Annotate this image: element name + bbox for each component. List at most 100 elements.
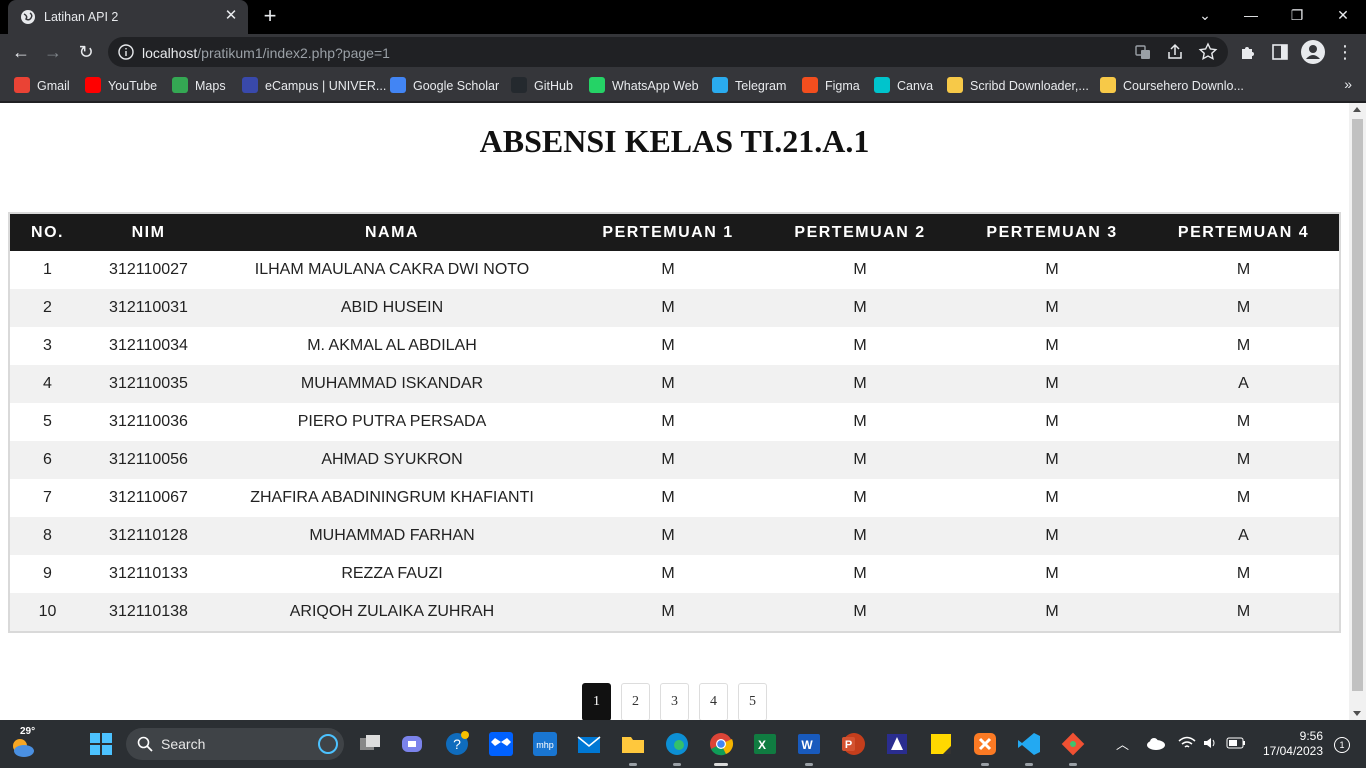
bookmark-scribd-downloader[interactable]: Scribd Downloader,... — [947, 76, 1089, 96]
page-link[interactable]: 2 — [621, 683, 650, 720]
scroll-up-icon[interactable] — [1353, 107, 1361, 112]
share-icon[interactable] — [1165, 42, 1185, 62]
table-cell: M. AKMAL AL ABDILAH — [307, 337, 477, 354]
get-help-icon[interactable]: ? — [444, 731, 470, 757]
maps-icon — [172, 77, 188, 93]
table-cell: M — [853, 299, 867, 316]
taskbar-search[interactable]: Search — [126, 728, 344, 760]
table-cell: M — [661, 451, 675, 468]
running-indicator — [1025, 763, 1033, 766]
running-indicator — [629, 763, 637, 766]
bookmark-ecampus[interactable]: eCampus | UNIVER... — [242, 76, 386, 96]
column-header: PERTEMUAN 2 — [794, 223, 926, 241]
youtube-icon — [85, 77, 101, 93]
table-cell: 3 — [43, 337, 52, 354]
excel-icon[interactable]: X — [752, 731, 778, 757]
minimize-button[interactable]: — — [1228, 0, 1274, 30]
address-bar[interactable]: localhost/pratikum1/index2.php?page=1 — [108, 37, 1228, 67]
bookmark-gmail[interactable]: Gmail — [14, 76, 70, 96]
table-cell: 312110036 — [109, 413, 188, 430]
running-indicator — [981, 763, 989, 766]
new-tab-button[interactable]: + — [258, 5, 282, 29]
table-cell: 1 — [43, 261, 52, 278]
bookmark-youtube[interactable]: YouTube — [85, 76, 157, 96]
reload-icon[interactable]: ↻ — [73, 39, 99, 65]
powerpoint-icon[interactable]: P — [840, 731, 866, 757]
git-icon[interactable] — [1060, 731, 1086, 757]
bookmark-star-icon[interactable] — [1198, 42, 1218, 62]
tab-title: Latihan API 2 — [44, 10, 119, 24]
bookmark-whatsapp[interactable]: WhatsApp Web — [589, 76, 699, 96]
word-icon[interactable]: W — [796, 731, 822, 757]
side-panel-icon[interactable] — [1270, 42, 1290, 62]
app-launcher-icon[interactable] — [884, 731, 910, 757]
profile-avatar-icon[interactable] — [1300, 39, 1326, 65]
teams-chat-icon[interactable] — [400, 731, 426, 757]
windows-start-icon[interactable] — [88, 731, 114, 757]
table-cell: 10 — [38, 603, 57, 620]
tab-strip: Latihan API 2 ✕ + ⌄ — ❐ ✕ — [0, 0, 1366, 34]
page-link[interactable]: 5 — [738, 683, 767, 720]
mail-icon[interactable] — [576, 731, 602, 757]
battery-icon[interactable] — [1226, 737, 1246, 749]
table-cell: 2 — [43, 299, 52, 316]
page-link[interactable]: 3 — [660, 683, 689, 720]
extensions-icon[interactable] — [1238, 42, 1258, 62]
dropbox-icon[interactable] — [488, 731, 514, 757]
volume-icon[interactable] — [1202, 735, 1218, 751]
search-label: Search — [161, 736, 206, 752]
browser-toolbar: ← → ↻ localhost/pratikum1/index2.php?pag… — [0, 34, 1366, 70]
bookmark-telegram[interactable]: Telegram — [712, 76, 786, 96]
page-link[interactable]: 4 — [699, 683, 728, 720]
menu-dots-icon[interactable]: ⋮ — [1332, 39, 1358, 65]
system-clock[interactable]: 9:56 17/04/2023 — [1263, 729, 1323, 759]
scrollbar-thumb[interactable] — [1352, 119, 1363, 691]
vertical-scrollbar[interactable] — [1349, 103, 1366, 720]
browser-tab[interactable]: Latihan API 2 ✕ — [8, 0, 248, 34]
site-info-icon[interactable] — [118, 44, 134, 60]
myob-icon[interactable]: mhp — [532, 731, 558, 757]
bookmark-figma[interactable]: Figma — [802, 76, 860, 96]
restore-button[interactable]: ❐ — [1274, 0, 1320, 30]
table-cell: 7 — [43, 489, 52, 506]
notification-badge[interactable]: 1 — [1334, 737, 1350, 753]
page-link[interactable]: 1 — [582, 683, 611, 720]
forward-icon[interactable]: → — [40, 39, 66, 65]
show-hidden-icons-icon[interactable]: ︿ — [1116, 734, 1129, 753]
sticky-notes-icon[interactable] — [928, 731, 954, 757]
back-icon[interactable]: ← — [8, 39, 34, 65]
weather-widget[interactable]: 29° — [10, 726, 40, 760]
bookmark-github[interactable]: GitHub — [511, 76, 573, 96]
table-cell: M — [661, 375, 675, 392]
table-cell: M — [853, 527, 867, 544]
translate-icon[interactable] — [1133, 42, 1153, 62]
bookmark-coursehero-downloader[interactable]: Coursehero Downlo... — [1100, 76, 1244, 96]
table-cell: M — [853, 375, 867, 392]
bookmarks-bar: Gmail YouTube Maps eCampus | UNIVER... G… — [0, 70, 1366, 102]
close-tab-icon[interactable]: ✕ — [222, 7, 240, 25]
url-text[interactable]: localhost/pratikum1/index2.php?page=1 — [142, 45, 390, 61]
more-bookmarks-icon[interactable]: » — [1344, 76, 1352, 92]
wifi-icon[interactable] — [1178, 735, 1196, 751]
task-view-icon[interactable] — [357, 731, 383, 757]
close-window-button[interactable]: ✕ — [1320, 0, 1366, 30]
onedrive-cloud-icon[interactable] — [1146, 736, 1166, 750]
table-row: 10 312110138 ARIQOH ZULAIKA ZUHRAH M M M M — [10, 593, 1339, 631]
svg-text:?: ? — [453, 736, 461, 752]
table-cell: M — [853, 489, 867, 506]
edge-icon[interactable] — [664, 731, 690, 757]
xampp-icon[interactable] — [972, 731, 998, 757]
bookmark-canva[interactable]: Canva — [874, 76, 933, 96]
table-cell: REZZA FAUZI — [341, 565, 443, 582]
table-cell: M — [661, 565, 675, 582]
clock-time: 9:56 — [1299, 729, 1323, 743]
tab-search-icon[interactable]: ⌄ — [1182, 0, 1228, 30]
scroll-down-icon[interactable] — [1353, 711, 1361, 716]
table-cell: M — [1045, 451, 1059, 468]
file-explorer-icon[interactable] — [620, 731, 646, 757]
bookmark-google-scholar[interactable]: Google Scholar — [390, 76, 499, 96]
chrome-icon[interactable] — [708, 731, 734, 757]
vscode-icon[interactable] — [1016, 731, 1042, 757]
table-cell: M — [1045, 337, 1059, 354]
bookmark-maps[interactable]: Maps — [172, 76, 226, 96]
